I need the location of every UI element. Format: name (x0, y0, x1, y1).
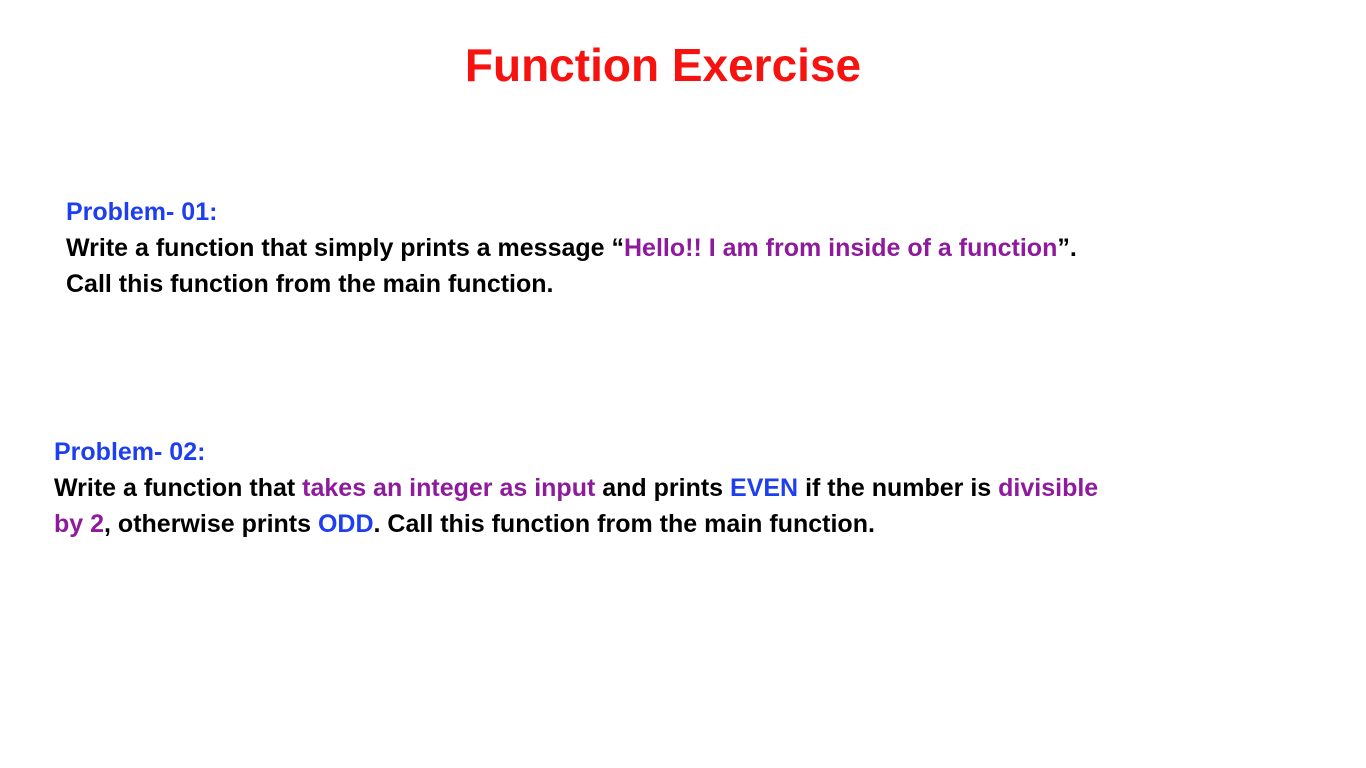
problem-02: Problem- 02: Write a function that takes… (54, 434, 1294, 542)
problem-01-line-1: Write a function that simply prints a me… (66, 230, 1306, 266)
problem-01: Problem- 01: Write a function that simpl… (66, 194, 1306, 302)
slide-title: Function Exercise (464, 39, 862, 91)
problem-01-line-2: Call this function from the main functio… (66, 270, 554, 298)
problem-02-text: . Call this function from the main funct… (373, 510, 875, 538)
problem-01-text: ”. (1057, 234, 1077, 262)
problem-02-divisible-highlight: by 2 (54, 510, 105, 538)
problem-01-message-highlight: Hello!! I am from inside of a function (624, 234, 1058, 262)
problem-02-even-keyword: EVEN (730, 474, 799, 502)
problem-02-text: , otherwise prints (104, 510, 318, 538)
problem-02-line-1: Write a function that takes an integer a… (54, 470, 1294, 506)
problem-02-input-highlight: takes an integer as input (302, 474, 596, 502)
problem-02-heading: Problem- 02: (54, 438, 206, 466)
problem-02-line-2: by 2, otherwise prints ODD. Call this fu… (54, 506, 1294, 542)
problem-02-odd-keyword: ODD (317, 510, 374, 538)
problem-02-divisible-highlight: divisible (998, 474, 1099, 502)
problem-02-text: if the number is (798, 474, 999, 502)
problem-02-text: Write a function that (54, 474, 303, 502)
problem-01-heading: Problem- 01: (66, 198, 218, 226)
problem-01-text: Write a function that simply prints a me… (66, 234, 624, 262)
problem-02-text: and prints (595, 474, 731, 502)
